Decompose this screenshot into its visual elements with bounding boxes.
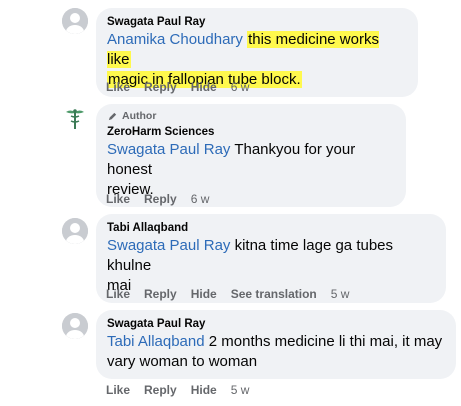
timestamp[interactable]: 6 w	[191, 192, 210, 206]
author-label: Author	[122, 110, 157, 122]
like-button[interactable]: Like	[106, 383, 130, 397]
see-translation-button[interactable]: See translation	[231, 287, 317, 301]
reply-button[interactable]: Reply	[144, 192, 177, 206]
mention-link[interactable]: Swagata Paul Ray	[107, 141, 230, 158]
like-button[interactable]: Like	[106, 287, 130, 301]
comment-text-line2: vary woman to woman	[107, 353, 258, 370]
commenter-name[interactable]: Tabi Allaqband	[107, 220, 434, 236]
commenter-name[interactable]: Swagata Paul Ray	[107, 316, 444, 332]
avatar-default-icon[interactable]	[62, 218, 88, 244]
comment-actions: Like Reply Hide 6 w	[106, 80, 263, 94]
reply-button[interactable]: Reply	[144, 287, 177, 301]
comment-bubble: Swagata Paul Ray Tabi Allaqband 2 months…	[96, 310, 456, 379]
hide-button[interactable]: Hide	[191, 287, 217, 301]
commenter-name[interactable]: Swagata Paul Ray	[107, 14, 406, 30]
mention-link[interactable]: Anamika Choudhary	[107, 31, 243, 48]
comment-actions: Like Reply Hide See translation 5 w	[106, 287, 363, 301]
commenter-name[interactable]: ZeroHarm Sciences	[107, 124, 394, 140]
comment-text: Anamika Choudhary this medicine works li…	[107, 30, 406, 70]
pen-icon	[108, 112, 117, 120]
hide-button[interactable]: Hide	[191, 383, 217, 397]
like-button[interactable]: Like	[106, 192, 130, 206]
comment-text: Swagata Paul Ray Thankyou for your hones…	[107, 140, 394, 180]
reply-button[interactable]: Reply	[144, 80, 177, 94]
author-badge: Author	[107, 110, 394, 122]
comment-text: Tabi Allaqband 2 months medicine li thi …	[107, 332, 444, 352]
comment-body: 2 months medicine li thi mai, it may	[208, 333, 443, 350]
comment-text: Swagata Paul Ray kitna time lage ga tube…	[107, 236, 434, 276]
avatar-default-icon[interactable]	[62, 313, 88, 339]
person-silhouette-icon	[62, 313, 88, 339]
hide-button[interactable]: Hide	[191, 80, 217, 94]
mention-link[interactable]: Swagata Paul Ray	[107, 237, 230, 254]
reply-button[interactable]: Reply	[144, 383, 177, 397]
timestamp[interactable]: 5 w	[331, 287, 350, 301]
timestamp[interactable]: 6 w	[231, 80, 250, 94]
comment-actions: Like Reply Hide 5 w	[106, 383, 263, 397]
person-silhouette-icon	[62, 218, 88, 244]
page-avatar[interactable]	[62, 106, 88, 132]
mention-link[interactable]: Tabi Allaqband	[107, 333, 205, 350]
timestamp[interactable]: 5 w	[231, 383, 250, 397]
caduceus-logo-icon	[62, 106, 88, 132]
comment-actions: Like Reply 6 w	[106, 192, 223, 206]
person-silhouette-icon	[62, 8, 88, 34]
avatar-default-icon[interactable]	[62, 8, 88, 34]
like-button[interactable]: Like	[106, 80, 130, 94]
